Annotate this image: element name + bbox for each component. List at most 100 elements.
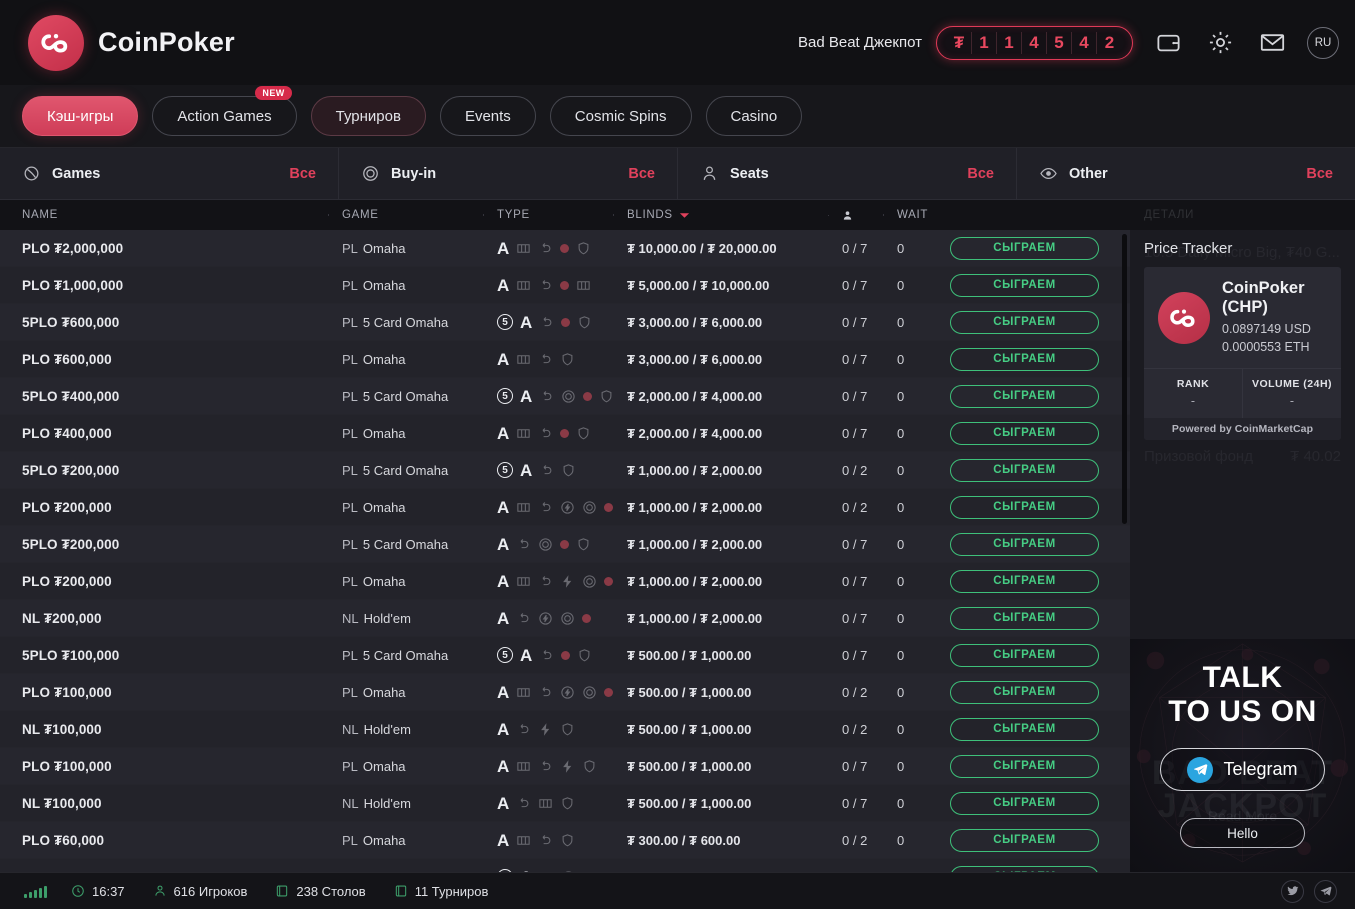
ante-icon: A [497, 425, 509, 442]
telegram-button[interactable]: Telegram [1160, 748, 1325, 791]
tab-cash-games[interactable]: Кэш-игры [22, 96, 138, 136]
table-row[interactable]: 5PLO ₮400,000PL5 Card Omaha5A₮ 2,000.00 … [0, 378, 1130, 415]
cell-seats: 0 / 2 [820, 685, 875, 700]
cell-game: PL5 Card Omaha [320, 537, 475, 552]
play-button[interactable]: СЫГРАЕМ [950, 829, 1099, 852]
table-row[interactable]: 5PLO ₮200,000PL5 Card Omaha5A₮ 1,000.00 … [0, 452, 1130, 489]
status-time: 16:37 [71, 884, 125, 899]
language-switcher[interactable]: RU [1307, 27, 1339, 59]
tab-casino[interactable]: Casino [706, 96, 803, 136]
col-wait[interactable]: WAIT [875, 209, 925, 221]
table-row[interactable]: PLO ₮200,000PLOmahaA₮ 1,000.00 / ₮ 2,000… [0, 563, 1130, 600]
shield-icon [577, 315, 592, 330]
envelope-icon[interactable] [1255, 26, 1289, 60]
col-seats[interactable] [820, 210, 875, 221]
col-type[interactable]: TYPE [475, 209, 605, 221]
ghost-prize-label: Призовой фонд [1144, 448, 1253, 465]
cell-blinds: ₮ 500.00 / ₮ 1,000.00 [605, 759, 820, 774]
play-button[interactable]: СЫГРАЕМ [950, 496, 1099, 519]
signal-strength-icon [24, 884, 47, 898]
turbo-icon [560, 759, 575, 774]
col-name[interactable]: NAME [0, 209, 320, 221]
cell-wait: 0 [875, 463, 925, 478]
table-row[interactable]: PLO ₮2,000,000PLOmahaA₮ 10,000.00 / ₮ 20… [0, 230, 1130, 267]
col-blinds[interactable]: BLINDS [605, 209, 820, 221]
tab-cosmic-spins[interactable]: Cosmic Spins [550, 96, 692, 136]
table-row[interactable]: 5PLO ₮60,000PL5 Card Omaha5A₮ 300.00 / ₮… [0, 859, 1130, 872]
row-type-icons: A [497, 758, 597, 775]
filter-other[interactable]: Other Все [1017, 148, 1355, 199]
cell-blinds: ₮ 500.00 / ₮ 1,000.00 [605, 685, 820, 700]
row-type-icons: 5A [497, 647, 592, 664]
table-row[interactable]: NL ₮100,000NLHold'emA₮ 500.00 / ₮ 1,000.… [0, 785, 1130, 822]
play-button[interactable]: СЫГРАЕМ [950, 422, 1099, 445]
play-button[interactable]: СЫГРАЕМ [950, 348, 1099, 371]
table-row[interactable]: 5PLO ₮600,000PL5 Card Omaha5A₮ 3,000.00 … [0, 304, 1130, 341]
cell-seats: 0 / 7 [820, 759, 875, 774]
table-row[interactable]: 5PLO ₮200,000PL5 Card OmahaA₮ 1,000.00 /… [0, 526, 1130, 563]
brand-logo[interactable]: CoinPoker [28, 15, 235, 71]
table-row[interactable]: PLO ₮400,000PLOmahaA₮ 2,000.00 / ₮ 4,000… [0, 415, 1130, 452]
cell-type: A [475, 758, 605, 775]
table-row[interactable]: PLO ₮600,000PLOmahaA₮ 3,000.00 / ₮ 6,000… [0, 341, 1130, 378]
play-button[interactable]: СЫГРАЕМ [950, 385, 1099, 408]
table-row[interactable]: 5PLO ₮100,000PL5 Card Omaha5A₮ 500.00 / … [0, 637, 1130, 674]
telegram-icon[interactable] [1314, 880, 1337, 903]
tab-tournaments[interactable]: Турниров [311, 96, 426, 136]
paper-plane-glyph [1193, 762, 1208, 777]
cards-icon [516, 500, 531, 515]
play-button[interactable]: СЫГРАЕМ [950, 644, 1099, 667]
table-row[interactable]: PLO ₮1,000,000PLOmahaA₮ 5,000.00 / ₮ 10,… [0, 267, 1130, 304]
play-button[interactable]: СЫГРАЕМ [950, 570, 1099, 593]
rebuy-icon [539, 389, 554, 404]
table-row[interactable]: PLO ₮100,000PLOmahaA₮ 500.00 / ₮ 1,000.0… [0, 674, 1130, 711]
row-wait: 0 [897, 796, 904, 811]
table-scrollbar[interactable] [1122, 234, 1127, 524]
col-game[interactable]: GAME [320, 209, 475, 221]
hello-button[interactable]: Hello [1180, 818, 1305, 848]
gear-icon[interactable] [1203, 26, 1237, 60]
twitter-icon[interactable] [1281, 880, 1304, 903]
cell-name: NL ₮100,000 [0, 796, 320, 811]
bad-beat-jackpot[interactable]: Bad Beat Джекпот ₮ 1 1 4 5 4 2 [798, 26, 1133, 60]
header-actions: Bad Beat Джекпот ₮ 1 1 4 5 4 2 [798, 26, 1339, 60]
rebuy-icon [538, 759, 553, 774]
filter-buyin[interactable]: Buy-in Все [339, 148, 678, 199]
row-type-icons: A [497, 499, 613, 516]
row-type-icons: A [497, 721, 575, 738]
row-name: 5PLO ₮600,000 [22, 315, 119, 330]
cell-game: PL5 Card Omaha [320, 648, 475, 663]
row-game-limit: PL [342, 759, 358, 774]
play-button[interactable]: СЫГРАЕМ [950, 237, 1099, 260]
play-button[interactable]: СЫГРАЕМ [950, 274, 1099, 297]
play-button[interactable]: СЫГРАЕМ [950, 755, 1099, 778]
cell-seats: 0 / 7 [820, 648, 875, 663]
filter-label: Games [52, 166, 100, 182]
play-button[interactable]: СЫГРАЕМ [950, 681, 1099, 704]
filter-games[interactable]: Games Все [0, 148, 339, 199]
cell-type: 5A [475, 388, 605, 405]
play-button[interactable]: СЫГРАЕМ [950, 311, 1099, 334]
wallet-icon[interactable] [1151, 26, 1185, 60]
play-button[interactable]: СЫГРАЕМ [950, 607, 1099, 630]
row-game: PL5 Card Omaha [342, 537, 448, 552]
play-button[interactable]: СЫГРАЕМ [950, 718, 1099, 741]
row-seats: 0 / 2 [842, 722, 867, 737]
cell-name: PLO ₮1,000,000 [0, 278, 320, 293]
play-button[interactable]: СЫГРАЕМ [950, 866, 1099, 873]
shield-icon [561, 463, 576, 478]
jackpot-digit: 1 [972, 32, 997, 54]
table-row[interactable]: PLO ₮60,000PLOmahaA₮ 300.00 / ₮ 600.000 … [0, 822, 1130, 859]
status-bar: 16:37 616 Игроков 238 Столов 11 Турниров [0, 872, 1355, 909]
play-button[interactable]: СЫГРАЕМ [950, 792, 1099, 815]
play-button[interactable]: СЫГРАЕМ [950, 533, 1099, 556]
row-seats: 0 / 7 [842, 389, 867, 404]
table-row[interactable]: PLO ₮200,000PLOmahaA₮ 1,000.00 / ₮ 2,000… [0, 489, 1130, 526]
table-row[interactable]: PLO ₮100,000PLOmahaA₮ 500.00 / ₮ 1,000.0… [0, 748, 1130, 785]
tab-action-games[interactable]: Action Games NEW [152, 96, 296, 136]
play-button[interactable]: СЫГРАЕМ [950, 459, 1099, 482]
filter-seats[interactable]: Seats Все [678, 148, 1017, 199]
tab-events[interactable]: Events [440, 96, 536, 136]
table-row[interactable]: NL ₮200,000NLHold'emA₮ 1,000.00 / ₮ 2,00… [0, 600, 1130, 637]
table-row[interactable]: NL ₮100,000NLHold'emA₮ 500.00 / ₮ 1,000.… [0, 711, 1130, 748]
